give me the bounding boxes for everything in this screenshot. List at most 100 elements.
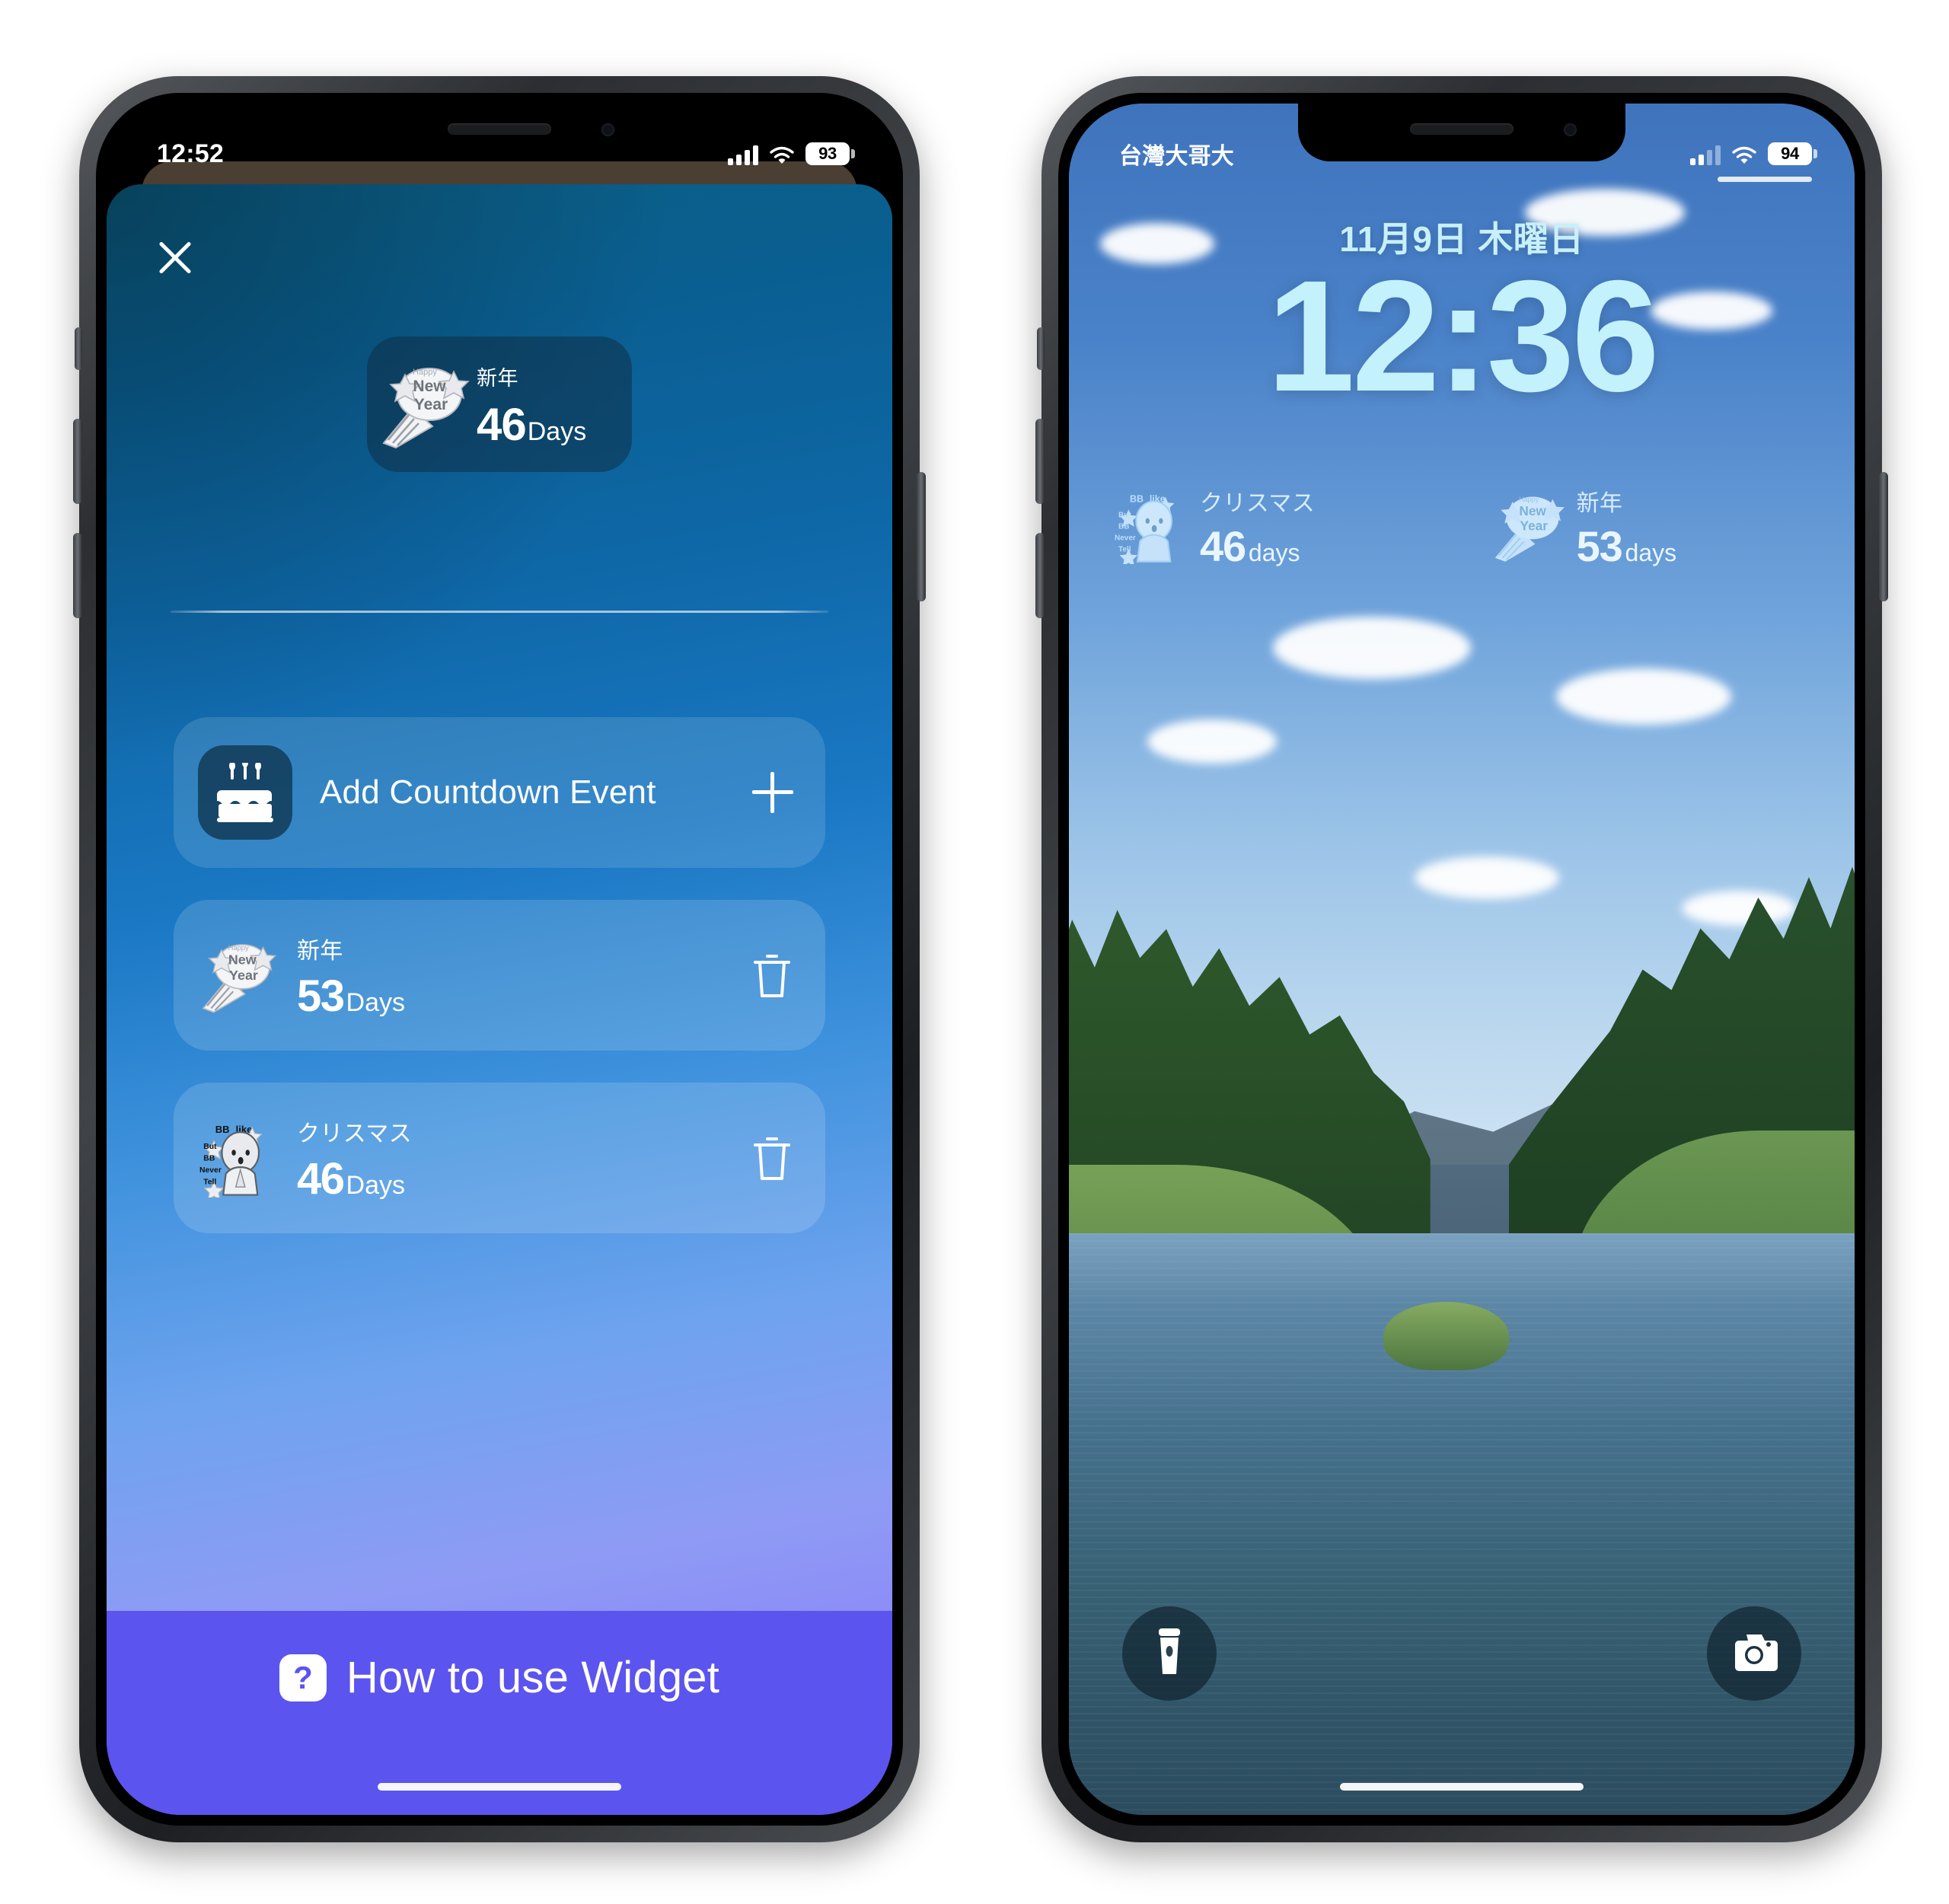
lock-widget-number: 46 <box>1200 522 1246 570</box>
widget-preview-count: 46 Days <box>477 398 587 450</box>
event-count: 53 Days <box>297 974 751 1019</box>
lock-widget-unit: days <box>1248 539 1300 566</box>
widget-preview-title: 新年 <box>477 366 518 390</box>
volume-down-button[interactable] <box>73 533 82 618</box>
event-number: 46 <box>297 1154 345 1204</box>
home-indicator[interactable] <box>378 1783 621 1791</box>
cellular-signal-icon <box>1690 145 1721 165</box>
add-countdown-event-button[interactable]: Add Countdown Event <box>174 717 825 868</box>
lock-widget-count: 46 days <box>1200 525 1315 568</box>
event-text: クリスマス 46 Days <box>297 1115 751 1201</box>
plus-icon[interactable] <box>752 772 793 813</box>
flashlight-icon <box>1150 1628 1189 1679</box>
widget-preview-card[interactable]: New Year Happy 新年 46 Days <box>367 336 632 472</box>
close-icon[interactable] <box>149 231 201 283</box>
event-unit: Days <box>346 988 405 1017</box>
lock-screen-widgets: BB like But BB Never Tell クリスマス 46 days … <box>1113 484 1810 568</box>
birthday-cake-icon <box>198 745 292 840</box>
trash-icon[interactable] <box>751 1133 793 1183</box>
svg-text:But: But <box>1118 511 1131 519</box>
event-number: 53 <box>297 971 345 1021</box>
power-button[interactable] <box>1879 472 1888 601</box>
right-phone-bezel: 11月9日 木曜日 12:36 BB like But BB Never Tel… <box>1058 93 1865 1826</box>
svg-text:BB: BB <box>1130 493 1144 504</box>
right-phone-screen: 11月9日 木曜日 12:36 BB like But BB Never Tel… <box>1069 104 1855 1815</box>
lock-screen-action-buttons <box>1122 1606 1801 1701</box>
svg-text:New: New <box>413 378 446 395</box>
svg-text:New: New <box>228 952 257 968</box>
battery-icon: 94 <box>1768 142 1817 165</box>
left-status-bar: 12:52 93 <box>107 104 892 178</box>
event-list: Add Countdown Event New Year Happy 新年 53… <box>174 717 825 1265</box>
battery-percent: 93 <box>818 144 837 163</box>
svg-text:Happy: Happy <box>413 368 437 377</box>
svg-text:But: But <box>203 1143 217 1151</box>
cloud <box>1273 617 1472 680</box>
lock-widget-christmas[interactable]: BB like But BB Never Tell クリスマス 46 days <box>1113 484 1434 568</box>
happy-new-year-sticker: New Year Happy <box>379 359 472 449</box>
widget-preview-unit: Days <box>527 416 587 446</box>
power-button[interactable] <box>917 472 926 601</box>
volume-down-button[interactable] <box>1035 533 1045 618</box>
event-title: 新年 <box>297 939 343 964</box>
bb-character-sticker: BB like But BB Never Tell <box>1113 486 1192 566</box>
event-count: 46 Days <box>297 1157 751 1201</box>
lock-screen-clock[interactable]: 12:36 <box>1069 250 1855 424</box>
cloud <box>1415 856 1560 900</box>
svg-text:Year: Year <box>229 968 258 983</box>
section-divider <box>171 611 828 613</box>
widget-preview-text: 新年 46 Days <box>477 362 586 448</box>
battery-icon: 93 <box>805 142 855 165</box>
lock-widget-count: 53 days <box>1577 525 1676 568</box>
happy-new-year-sticker: New Year Happy <box>1490 486 1569 566</box>
svg-text:BB: BB <box>215 1124 230 1135</box>
lock-widget-number: 53 <box>1576 522 1623 570</box>
svg-text:BB: BB <box>203 1154 215 1162</box>
event-row[interactable]: New Year Happy 新年 53 Days <box>174 900 825 1051</box>
svg-text:New: New <box>1519 503 1546 518</box>
svg-text:Tell: Tell <box>203 1178 216 1187</box>
left-phone-screen: New Year Happy 新年 46 Days Add Countdown … <box>107 104 892 1815</box>
widget-preview-number: 46 <box>477 398 527 450</box>
status-indicators: 93 <box>728 142 855 165</box>
event-title: クリスマス <box>297 1121 413 1147</box>
svg-text:Never: Never <box>1115 534 1136 542</box>
lock-widget-text: クリスマス 46 days <box>1200 484 1315 568</box>
volume-up-button[interactable] <box>1035 419 1045 504</box>
svg-text:Year: Year <box>414 396 448 413</box>
event-text: 新年 53 Days <box>297 932 751 1019</box>
svg-text:Tell: Tell <box>1118 545 1131 553</box>
countdown-manager-sheet: New Year Happy 新年 46 Days Add Countdown … <box>107 184 892 1815</box>
camera-button[interactable] <box>1707 1606 1801 1701</box>
cloud <box>1147 719 1278 764</box>
camera-icon <box>1730 1631 1778 1676</box>
silent-switch[interactable] <box>1037 327 1045 370</box>
status-time: 12:52 <box>157 139 224 168</box>
event-unit: Days <box>346 1171 405 1200</box>
wifi-icon <box>769 145 795 165</box>
volume-up-button[interactable] <box>73 419 82 504</box>
question-mark-icon: ? <box>279 1654 327 1701</box>
happy-new-year-sticker: New Year Happy <box>198 934 280 1016</box>
wifi-icon <box>1731 145 1757 165</box>
lock-widget-title: 新年 <box>1576 491 1623 516</box>
lock-widget-text: 新年 53 days <box>1577 484 1676 568</box>
svg-text:BB: BB <box>1118 522 1129 531</box>
status-indicators: 94 <box>1690 142 1817 165</box>
svg-text:Never: Never <box>199 1166 222 1175</box>
trash-icon[interactable] <box>751 950 793 1000</box>
cellular-signal-icon <box>728 145 758 165</box>
silent-switch[interactable] <box>75 327 82 370</box>
home-indicator[interactable] <box>1340 1783 1584 1791</box>
cloud <box>1555 668 1731 725</box>
flashlight-button[interactable] <box>1122 1606 1217 1701</box>
river-island <box>1383 1301 1509 1370</box>
lock-widget-title: クリスマス <box>1200 491 1316 516</box>
carrier-name: 台灣大哥大 <box>1119 144 1234 169</box>
lock-widget-new-year[interactable]: New Year Happy 新年 53 days <box>1490 484 1810 568</box>
event-row[interactable]: BB like But BB Never Tell クリスマス 46 Days <box>174 1083 825 1233</box>
how-to-use-widget-inner: ? How to use Widget <box>279 1652 719 1703</box>
svg-text:Happy: Happy <box>1519 496 1539 503</box>
svg-text:Happy: Happy <box>228 944 249 952</box>
screenshot-canvas: New Year Happy 新年 46 Days Add Countdown … <box>0 0 1949 1904</box>
